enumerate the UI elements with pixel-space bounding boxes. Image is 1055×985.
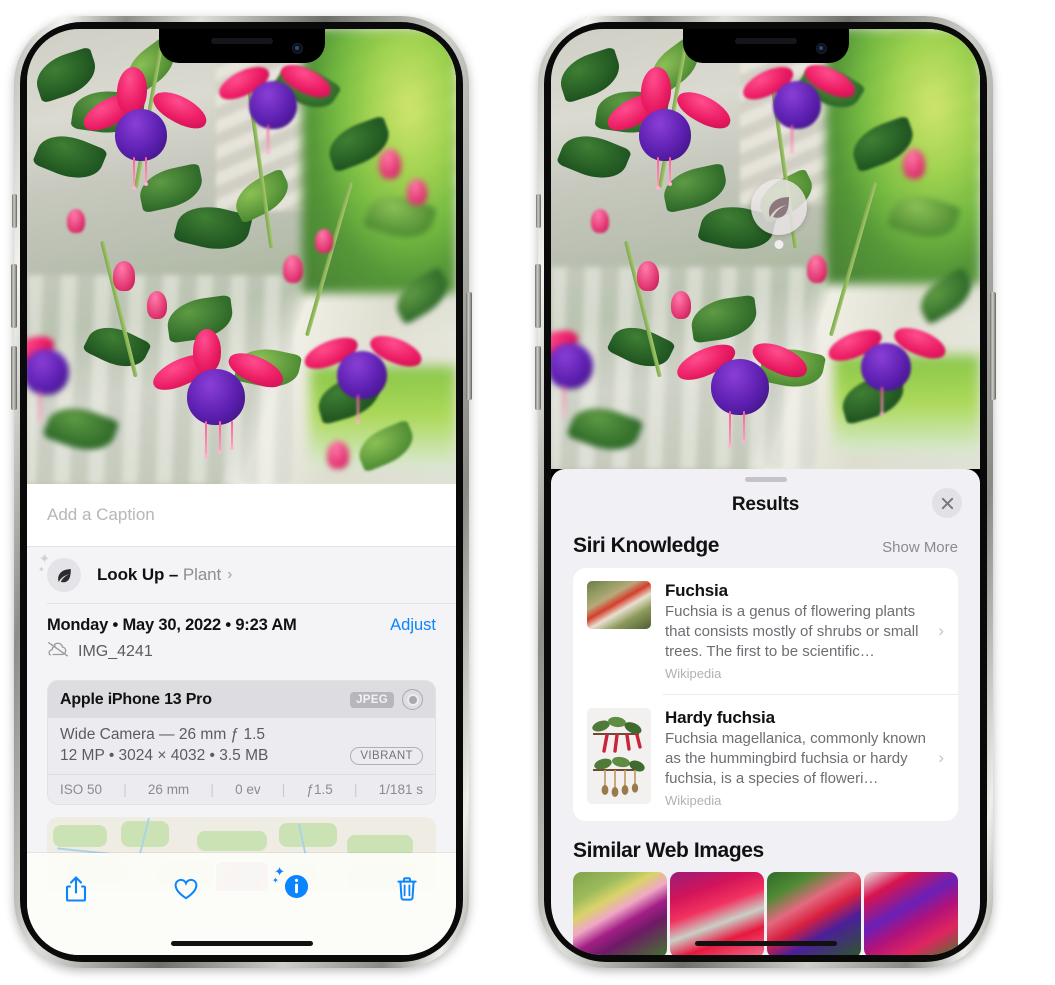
share-button[interactable] (53, 867, 99, 911)
favorite-button[interactable] (163, 867, 209, 911)
similar-web-images-title: Similar Web Images (573, 839, 764, 862)
photographic-style-badge: VIBRANT (350, 747, 423, 765)
exif-separator: | (123, 782, 127, 797)
aperture-icon (402, 689, 423, 710)
thumbnail-image (587, 581, 651, 629)
look-up-label: Look Up – Plant (97, 565, 221, 585)
chevron-right-icon: › (938, 748, 944, 767)
power-button-left[interactable] (466, 292, 472, 400)
results-title: Results (731, 494, 800, 515)
lookup-section: ✦ ✦ Look Up – Plant › Monday • May 30, 2… (27, 547, 456, 891)
home-indicator-right[interactable] (694, 941, 837, 946)
exif-aperture: ƒ1.5 (306, 782, 333, 797)
close-button[interactable] (932, 488, 962, 518)
thumbnail-image (587, 708, 651, 804)
exif-separator: | (281, 782, 286, 797)
power-button-right[interactable] (990, 292, 996, 400)
knowledge-source: Wikipedia (665, 793, 722, 808)
leaf-icon (769, 197, 789, 218)
show-more-button[interactable]: Show More (882, 539, 958, 556)
look-up-prefix: Look Up – (97, 565, 183, 584)
knowledge-description: Fuchsia magellanica, commonly known as t… (665, 730, 926, 787)
photo-viewer-right[interactable] (551, 29, 980, 469)
iphone-left-photos-info: Add a Caption ✦ ✦ Look Up – Plant › Mond… (11, 16, 472, 968)
screen-left: Add a Caption ✦ ✦ Look Up – Plant › Mond… (27, 29, 456, 955)
caption-input[interactable]: Add a Caption (27, 484, 456, 547)
sparkle-small-icon: ✦ (272, 876, 279, 885)
mute-switch-left[interactable] (12, 194, 17, 228)
exif-shutter: 1/181 s (378, 782, 423, 797)
results-sheet: Results Siri Knowledge Show More Fuchsia… (551, 469, 980, 955)
visual-lookup-badge[interactable] (751, 179, 807, 249)
look-up-plant-row[interactable]: ✦ ✦ Look Up – Plant › (27, 547, 456, 603)
format-badge: JPEG (350, 691, 394, 708)
chevron-right-icon: › (938, 621, 944, 640)
exif-ev: 0 ev (235, 782, 261, 797)
filename-row: IMG_4241 (47, 641, 436, 662)
photo-metadata: Monday • May 30, 2022 • 9:23 AM Adjust I… (27, 604, 456, 670)
earpiece-speaker-icon (734, 38, 797, 44)
photo-viewer-left[interactable] (27, 29, 456, 484)
similar-image-thumbnail[interactable] (864, 872, 958, 955)
leaf-icon: ✦ ✦ (38, 552, 81, 592)
home-indicator-left[interactable] (170, 941, 313, 946)
photo-info-sheet: Add a Caption ✦ ✦ Look Up – Plant › Mond… (27, 484, 456, 955)
delete-button[interactable] (384, 867, 430, 911)
filename-text: IMG_4241 (78, 642, 153, 660)
look-up-subject: Plant (182, 565, 222, 584)
notch-left (158, 29, 325, 63)
photo-toolbar: ✦ ✦ (27, 853, 456, 955)
cloud-slash-icon (47, 641, 69, 662)
info-circle-icon (285, 874, 309, 899)
exif-iso: ISO 50 (60, 782, 103, 797)
iphone-right-visual-lookup: Results Siri Knowledge Show More Fuchsia… (535, 16, 996, 968)
chevron-right-icon: › (227, 566, 233, 583)
exif-row: ISO 50 | 26 mm | 0 ev | ƒ1.5 | 1/181 s (48, 774, 435, 804)
front-camera-icon (815, 43, 827, 54)
front-camera-icon (291, 43, 303, 54)
badge-pointer-dot (774, 240, 784, 249)
camera-device-name: Apple iPhone 13 Pro (60, 690, 212, 708)
knowledge-item-hardy-fuchsia[interactable]: Hardy fuchsia Fuchsia magellanica, commo… (573, 695, 958, 821)
info-button[interactable]: ✦ ✦ (272, 865, 320, 911)
exif-separator: | (210, 782, 214, 797)
knowledge-title: Fuchsia (665, 581, 728, 600)
volume-down-button-right[interactable] (535, 346, 541, 410)
siri-knowledge-card: Fuchsia Fuchsia is a genus of flowering … (573, 568, 958, 821)
volume-down-button-left[interactable] (11, 346, 17, 410)
sparkle-small-icon: ✦ (38, 565, 45, 574)
exif-focal: 26 mm (147, 782, 190, 797)
notch-right (682, 29, 849, 63)
lens-info: Wide Camera — 26 mm ƒ 1.5 (60, 726, 266, 743)
similar-image-thumbnail[interactable] (573, 872, 667, 955)
screen-right: Results Siri Knowledge Show More Fuchsia… (551, 29, 980, 955)
camera-info-card: Apple iPhone 13 Pro JPEG Wide Camera — 2… (47, 680, 436, 805)
sparkle-icon: ✦ (39, 551, 50, 566)
siri-knowledge-title: Siri Knowledge (573, 534, 720, 557)
knowledge-source: Wikipedia (665, 666, 722, 681)
volume-up-button-left[interactable] (11, 264, 17, 328)
knowledge-item-fuchsia[interactable]: Fuchsia Fuchsia is a genus of flowering … (573, 568, 958, 694)
screenshot-stage: Add a Caption ✦ ✦ Look Up – Plant › Mond… (0, 0, 1055, 985)
exif-separator: | (353, 782, 358, 797)
earpiece-speaker-icon (210, 38, 273, 44)
knowledge-description: Fuchsia is a genus of flowering plants t… (665, 603, 919, 660)
adjust-button[interactable]: Adjust (390, 616, 436, 635)
mute-switch-right[interactable] (536, 194, 541, 228)
similar-web-images-header: Similar Web Images (551, 821, 980, 872)
knowledge-title: Hardy fuchsia (665, 708, 775, 727)
photo-date: Monday • May 30, 2022 • 9:23 AM (47, 616, 297, 634)
volume-up-button-right[interactable] (535, 264, 541, 328)
siri-knowledge-header: Siri Knowledge Show More (551, 528, 980, 568)
close-icon (941, 497, 953, 509)
image-size-info: 12 MP • 3024 × 4032 • 3.5 MB (60, 747, 269, 764)
